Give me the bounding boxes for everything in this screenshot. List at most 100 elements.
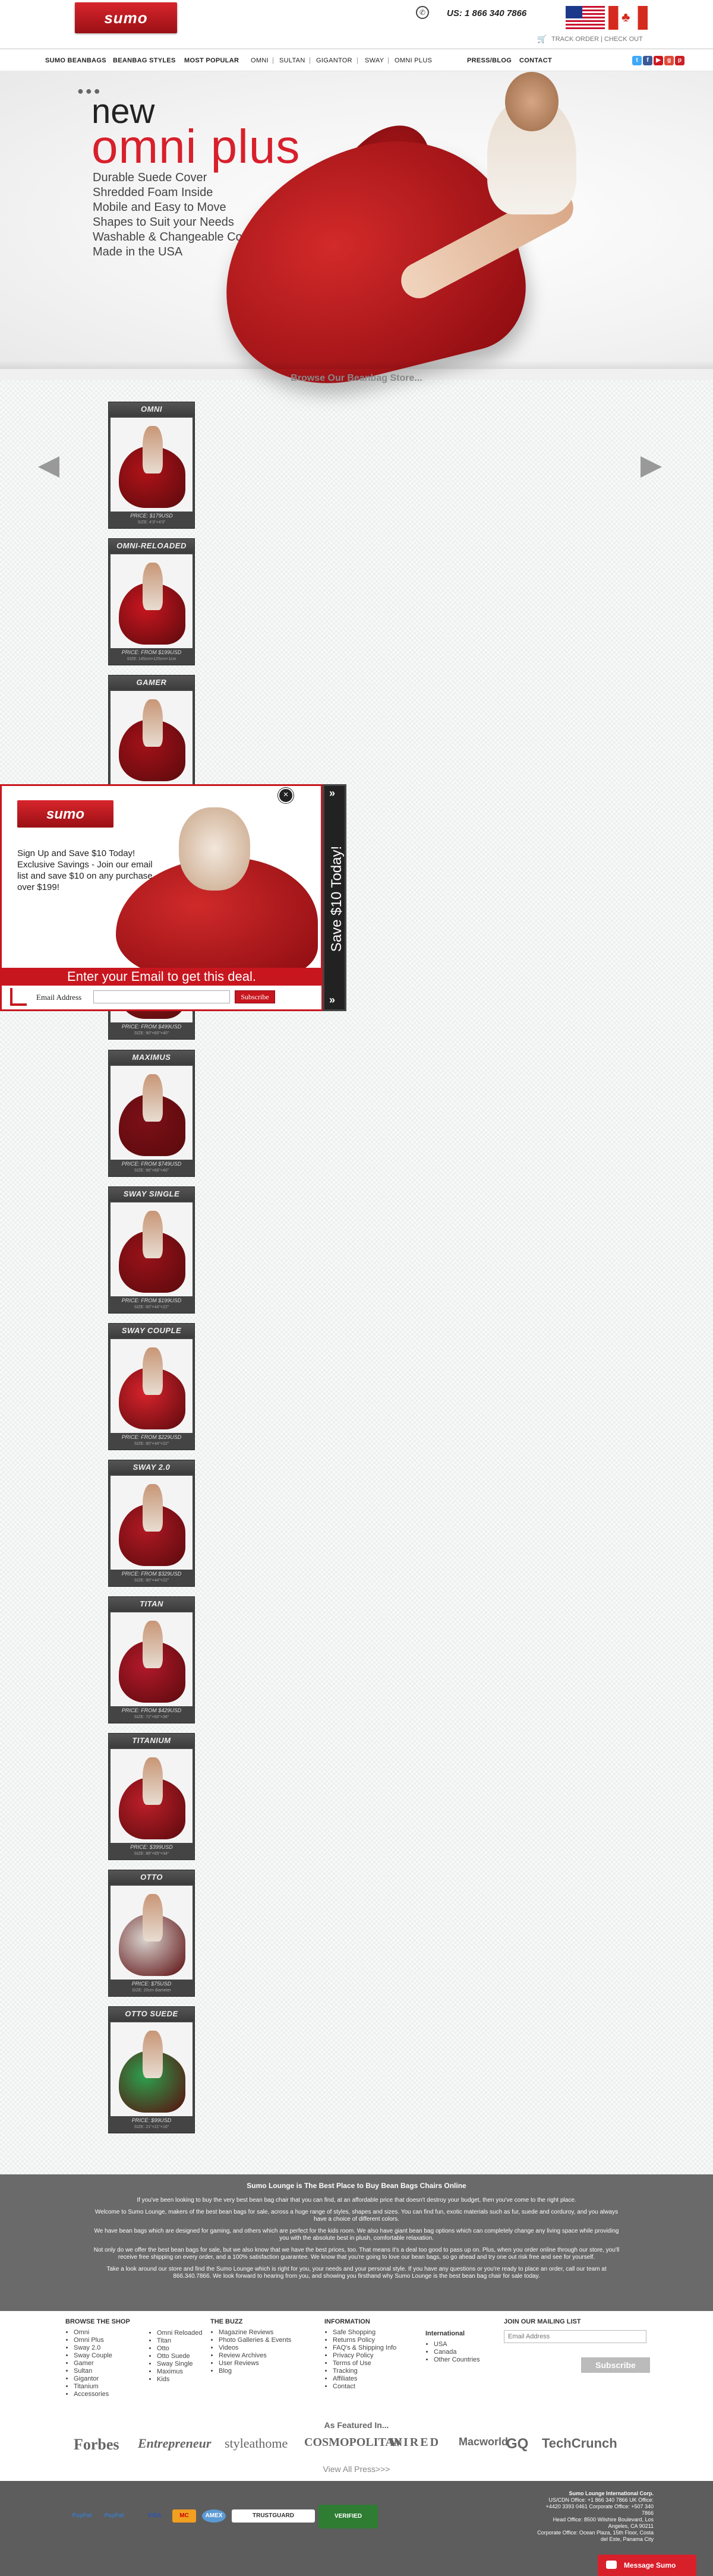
footer-link[interactable]: Otto [157,2345,202,2353]
product-image[interactable] [111,1339,193,1433]
nav-sultan[interactable]: SULTAN [279,57,305,64]
footer-link[interactable]: Returns Policy [333,2337,396,2344]
footer-link[interactable]: Gamer [74,2360,130,2367]
product-image[interactable] [111,691,193,785]
product-image[interactable] [111,1476,193,1570]
mailing-subscribe-button[interactable]: Subscribe [581,2357,650,2373]
product-name[interactable]: SWAY SINGLE [109,1187,194,1201]
cart-icon[interactable]: 🛒 [537,34,547,44]
next-arrow-icon[interactable] [641,456,662,478]
canada-flag-icon[interactable] [608,6,648,30]
footer-link[interactable]: Sway Couple [74,2352,130,2360]
footer-link[interactable]: Gigantor [74,2375,130,2383]
product-image[interactable] [111,1612,193,1706]
product-card[interactable]: TITANIUM PRICE: $399USD SIZE: 86"×65"×34" [108,1733,195,1860]
product-card[interactable]: GAMER [108,675,195,802]
nav-omni-plus[interactable]: OMNI PLUS [395,57,432,64]
footer-link[interactable]: Terms of Use [333,2360,396,2367]
product-name[interactable]: MAXIMUS [109,1050,194,1065]
product-name[interactable]: OMNI-RELOADED [109,539,194,553]
product-name[interactable]: OTTO [109,1870,194,1884]
press-logo[interactable]: TechCrunch [542,2436,617,2451]
press-logo[interactable]: GQ [506,2436,528,2452]
nav-sway[interactable]: SWAY [365,57,384,64]
product-name[interactable]: GAMER [109,675,194,690]
product-card[interactable]: MAXIMUS PRICE: FROM $749USD SIZE: 96"×66"×… [108,1050,195,1177]
nav-omni[interactable]: OMNI [251,57,269,64]
view-all-press-link[interactable]: View All Press>>> [0,2464,713,2474]
footer-link[interactable]: Titanium [74,2383,130,2391]
product-name[interactable]: OMNI [109,402,194,416]
footer-link[interactable]: Privacy Policy [333,2352,396,2360]
mailing-email-field[interactable] [504,2330,646,2343]
footer-link[interactable]: Otto Suede [157,2353,202,2360]
press-logo[interactable]: Entrepreneur [138,2436,211,2451]
subscribe-button[interactable]: Subscribe [235,990,275,1003]
footer-link[interactable]: Sway Single [157,2360,202,2368]
product-name[interactable]: SWAY COUPLE [109,1324,194,1338]
product-image[interactable] [111,1066,193,1160]
email-field[interactable] [93,990,230,1003]
footer-link[interactable]: Sway 2.0 [74,2344,130,2352]
phone-number[interactable]: US: 1 866 340 7866 [447,8,526,18]
footer-link[interactable]: Canada [434,2348,480,2356]
product-image[interactable] [111,2022,193,2116]
nav-beanbag-styles[interactable]: BEANBAG STYLES [113,57,176,64]
close-icon[interactable]: × [278,788,294,803]
press-logo[interactable]: Forbes [74,2436,119,2454]
product-card[interactable]: OMNI-RELOADED PRICE: FROM $199USD SIZE: 14… [108,538,195,665]
product-name[interactable]: OTTO SUEDE [109,2007,194,2021]
footer-link[interactable]: Safe Shopping [333,2329,396,2337]
footer-link[interactable]: Accessories [74,2391,130,2398]
footer-link[interactable]: Omni Plus [74,2337,130,2344]
product-card[interactable]: SWAY SINGLE PRICE: FROM $199USD SIZE: 60"×… [108,1186,195,1314]
nav-sumo-beanbags[interactable]: SUMO BEANBAGS [45,57,106,64]
footer-link[interactable]: Omni [74,2329,130,2337]
google-plus-icon[interactable]: g [664,56,674,65]
press-logo[interactable]: Macworld [459,2436,508,2448]
verified-badge[interactable]: VERIFIED [318,2505,378,2528]
product-card[interactable]: TITAN PRICE: FROM $429USD SIZE: 72"×60"×36… [108,1596,195,1723]
logo[interactable]: sumo [75,2,177,33]
save-tab[interactable]: » Save $10 Today! » [323,784,346,1011]
footer-link[interactable]: Other Countries [434,2356,480,2364]
product-image[interactable] [111,1886,193,1980]
track-order-link[interactable]: TRACK ORDER | CHECK OUT [551,36,643,43]
us-flag-icon[interactable] [566,6,605,30]
footer-link[interactable]: User Reviews [219,2360,291,2367]
product-card[interactable]: SWAY COUPLE PRICE: FROM $229USD SIZE: 80"×… [108,1323,195,1450]
footer-link[interactable]: Kids [157,2376,202,2384]
product-image[interactable] [111,554,193,648]
press-logo[interactable]: COSMOPOLITAN [304,2436,402,2449]
footer-link[interactable]: Videos [219,2344,291,2352]
footer-link[interactable]: Review Archives [219,2352,291,2360]
product-image[interactable] [111,1749,193,1843]
footer-link[interactable]: Tracking [333,2367,396,2375]
footer-link[interactable]: FAQ's & Shipping Info [333,2344,396,2352]
product-name[interactable]: TITAN [109,1597,194,1611]
footer-link[interactable]: USA [434,2341,480,2348]
pinterest-icon[interactable]: p [675,56,684,65]
youtube-icon[interactable]: ▶ [654,56,663,65]
footer-link[interactable]: Sultan [74,2367,130,2375]
product-image[interactable] [111,418,193,512]
press-logo[interactable]: WIRED [390,2436,440,2449]
product-card[interactable]: OMNI PRICE: $179USD SIZE: 4'3"×4'3" [108,402,195,529]
footer-link[interactable]: Maximus [157,2368,202,2376]
product-name[interactable]: SWAY 2.0 [109,1460,194,1475]
product-card[interactable]: SWAY 2.0 PRICE: FROM $329USD SIZE: 90"×44"… [108,1460,195,1587]
message-sumo-button[interactable]: Message Sumo [598,2555,696,2576]
footer-link[interactable]: Contact [333,2383,396,2391]
nav-press-blog[interactable]: PRESS/BLOG [467,57,512,64]
nav-most-popular[interactable]: MOST POPULAR [184,57,239,64]
nav-gigantor[interactable]: GIGANTOR [316,57,352,64]
product-name[interactable]: TITANIUM [109,1734,194,1748]
footer-link[interactable]: Omni Reloaded [157,2329,202,2337]
facebook-icon[interactable]: f [643,56,652,65]
trust-guard-badge[interactable]: TRUSTGUARD [232,2509,315,2523]
press-logo[interactable]: styleathome [225,2436,288,2451]
footer-link[interactable]: Affiliates [333,2375,396,2383]
product-card[interactable]: OTTO SUEDE PRICE: $99USD SIZE: 21"×21"×16" [108,2006,195,2133]
twitter-icon[interactable]: t [632,56,642,65]
product-image[interactable] [111,1202,193,1296]
